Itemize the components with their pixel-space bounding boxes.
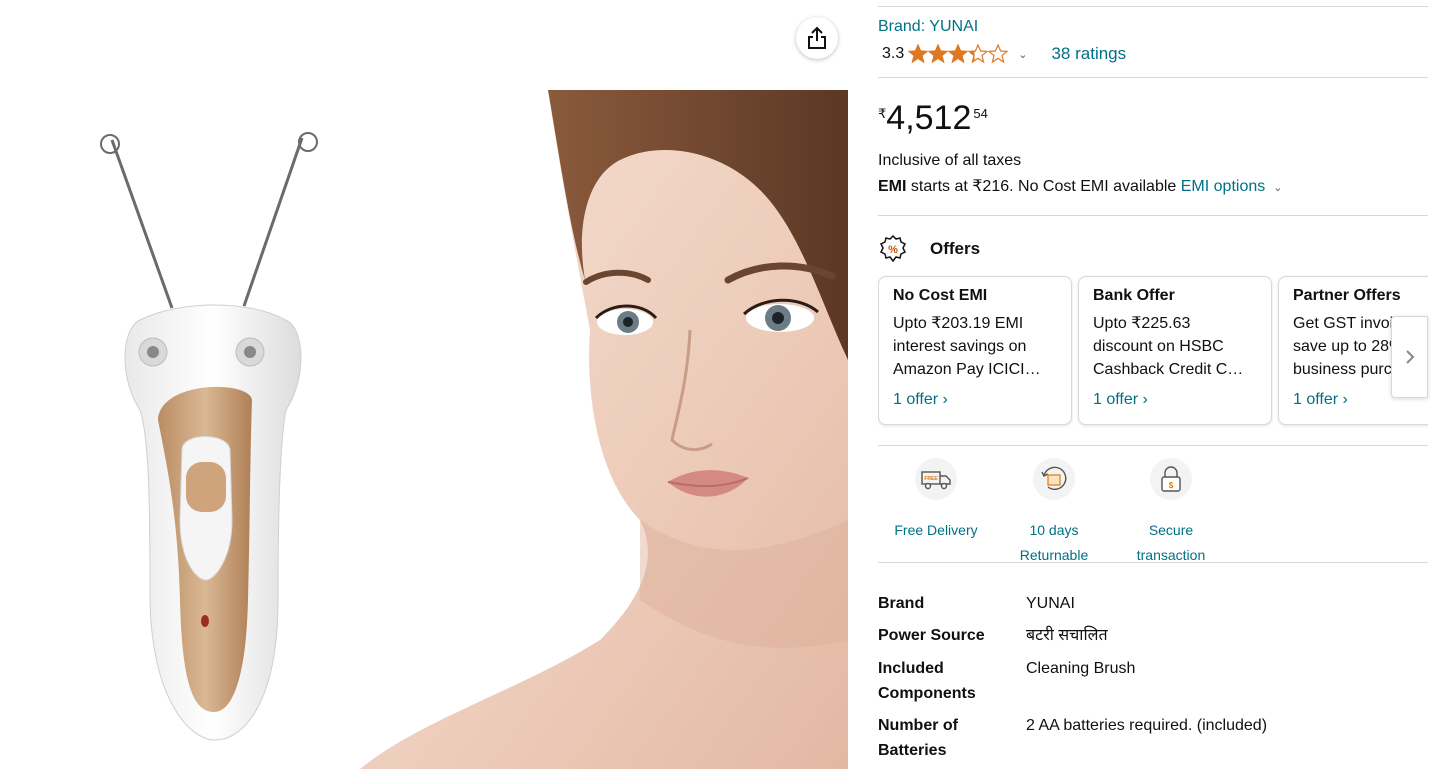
feature-label: Returnable bbox=[1019, 547, 1089, 563]
divider bbox=[878, 562, 1428, 563]
offer-count-link[interactable]: 1 offer › bbox=[1093, 391, 1257, 409]
share-button[interactable] bbox=[796, 17, 838, 59]
star-icon bbox=[968, 44, 989, 64]
share-icon bbox=[808, 26, 826, 49]
emi-text: starts at ₹216. No Cost EMI available bbox=[906, 178, 1181, 195]
offer-line: Amazon Pay ICICI… bbox=[893, 361, 1041, 378]
offer-description: Upto ₹225.63 discount on HSBC Cashback C… bbox=[1093, 312, 1257, 381]
spec-key: Power Source bbox=[878, 627, 985, 644]
offers-title: Offers bbox=[930, 239, 981, 258]
price-fraction: 54 bbox=[973, 106, 988, 121]
spec-value: Cleaning Brush bbox=[1026, 660, 1136, 677]
emi-line: EMI starts at ₹216. No Cost EMI availabl… bbox=[878, 176, 1282, 196]
rating-value: 3.3 bbox=[882, 45, 905, 62]
offer-line: Upto ₹225.63 bbox=[1093, 315, 1191, 332]
top-divider bbox=[878, 6, 1428, 7]
offer-title: Bank Offer bbox=[1093, 287, 1175, 304]
offers-header: % Offers bbox=[878, 234, 980, 264]
price-whole: 4,512 bbox=[886, 99, 972, 137]
offer-card-bank-offer[interactable]: Bank Offer Upto ₹225.63 discount on HSBC… bbox=[1078, 276, 1272, 425]
brand-link[interactable]: Brand: YUNAI bbox=[878, 18, 978, 36]
feature-label: Secure bbox=[1148, 522, 1194, 538]
svg-text:FREE: FREE bbox=[924, 476, 938, 482]
offer-percent-icon: % bbox=[879, 234, 907, 263]
rating-row: 3.3 ⌄ 38 ratings bbox=[882, 43, 1126, 65]
feature-label: transaction bbox=[1136, 547, 1206, 563]
feature-returnable[interactable]: 10 days Returnable bbox=[994, 458, 1114, 568]
offer-line: Cashback Credit C… bbox=[1093, 361, 1244, 378]
secure-transaction-lock-icon: $ bbox=[1150, 458, 1192, 500]
price-symbol: ₹ bbox=[878, 106, 887, 121]
emi-label: EMI bbox=[878, 178, 907, 195]
spec-key: Brand bbox=[878, 595, 925, 612]
product-info-panel: Brand: YUNAI 3.3 ⌄ 38 ratings ₹ 4,512 54… bbox=[878, 0, 1428, 769]
spec-value: YUNAI bbox=[1026, 595, 1075, 612]
threading-device bbox=[100, 132, 318, 741]
model-portrait bbox=[360, 90, 848, 769]
returnable-box-icon bbox=[1033, 458, 1075, 500]
offer-line: interest savings on bbox=[893, 338, 1027, 355]
chevron-right-icon bbox=[1405, 350, 1414, 364]
star-icon bbox=[908, 44, 929, 64]
ratings-count-link[interactable]: 38 ratings bbox=[1051, 44, 1126, 64]
carousel-next-button[interactable] bbox=[1391, 316, 1428, 398]
chevron-down-icon[interactable]: ⌄ bbox=[1273, 182, 1282, 194]
offer-title: Partner Offers bbox=[1293, 287, 1401, 304]
rating-stars[interactable] bbox=[908, 44, 1009, 64]
star-icon bbox=[948, 44, 969, 64]
divider bbox=[878, 77, 1428, 78]
offer-line: discount on HSBC bbox=[1093, 338, 1224, 355]
taxes-note: Inclusive of all taxes bbox=[878, 152, 1022, 169]
spec-value: बटरी सचालित bbox=[1026, 627, 1108, 644]
product-main-image[interactable] bbox=[0, 0, 848, 769]
feature-label: Free Delivery bbox=[894, 522, 978, 538]
star-icon bbox=[988, 44, 1009, 64]
svg-text:$: $ bbox=[1169, 481, 1174, 490]
star-icon bbox=[928, 44, 949, 64]
feature-label: 10 days bbox=[1029, 522, 1079, 538]
feature-secure-transaction[interactable]: $ Secure transaction bbox=[1111, 458, 1231, 568]
divider bbox=[878, 215, 1428, 216]
chevron-down-icon[interactable]: ⌄ bbox=[1018, 48, 1027, 61]
spec-value: 2 AA batteries required. (included) bbox=[1026, 717, 1268, 734]
offer-card-no-cost-emi[interactable]: No Cost EMI Upto ₹203.19 EMI interest sa… bbox=[878, 276, 1072, 425]
product-image-area bbox=[0, 0, 848, 769]
spec-key: Number of Batteries bbox=[878, 717, 958, 759]
offer-count-link[interactable]: 1 offer › bbox=[893, 391, 1057, 409]
emi-options-link[interactable]: EMI options bbox=[1181, 178, 1265, 195]
svg-text:%: % bbox=[888, 244, 898, 256]
price: ₹ 4,512 54 bbox=[878, 98, 988, 138]
spec-key: Included Components bbox=[878, 660, 976, 702]
offer-line: Upto ₹203.19 EMI bbox=[893, 315, 1024, 332]
divider bbox=[878, 445, 1428, 446]
free-delivery-truck-icon: FREE bbox=[915, 458, 957, 500]
offer-description: Upto ₹203.19 EMI interest savings on Ama… bbox=[893, 312, 1057, 381]
feature-free-delivery[interactable]: FREE Free Delivery bbox=[876, 458, 996, 543]
offer-title: No Cost EMI bbox=[893, 287, 988, 304]
offers-carousel: No Cost EMI Upto ₹203.19 EMI interest sa… bbox=[878, 270, 1428, 430]
